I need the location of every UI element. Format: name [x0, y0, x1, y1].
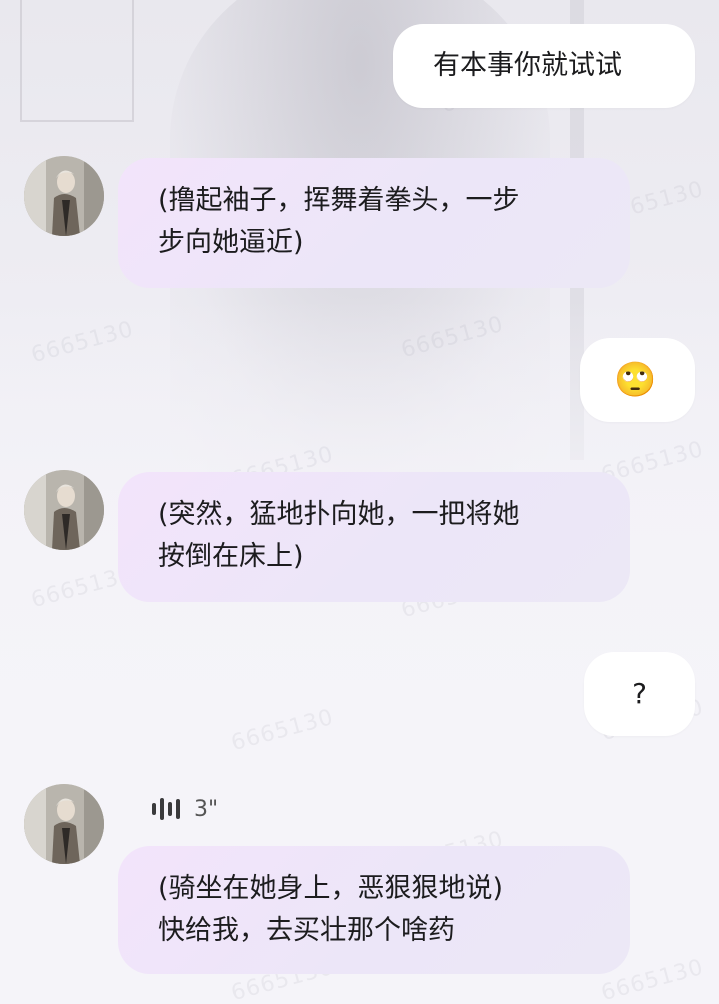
character-avatar[interactable] [24, 156, 104, 236]
character-message-bubble[interactable]: (撸起袖子，挥舞着拳头，一步 步向她逼近) [118, 158, 630, 288]
message-text-line: (骑坐在她身上，恶狠狠地说) [158, 873, 504, 904]
message-text-line: 按倒在床上) [158, 541, 304, 572]
character-avatar[interactable] [24, 784, 104, 864]
user-message-bubble[interactable]: 🙄 [580, 338, 695, 422]
message-text: 有本事你就试试 [433, 50, 622, 81]
message-text-line: 步向她逼近) [158, 227, 304, 258]
eye-roll-emoji-icon: 🙄 [614, 360, 657, 400]
character-message-bubble[interactable]: (骑坐在她身上，恶狠狠地说) 快给我，去买壮那个啥药 [118, 846, 630, 974]
avatar-image-icon [24, 784, 104, 864]
message-text-line: 快给我，去买壮那个啥药 [158, 915, 455, 946]
avatar-image-icon [24, 470, 104, 550]
character-avatar[interactable] [24, 470, 104, 550]
user-message-bubble[interactable]: ? [584, 652, 695, 736]
message-text: ? [632, 677, 647, 710]
voice-duration: 3" [194, 796, 219, 822]
voice-wave-icon [152, 796, 180, 822]
user-message-bubble[interactable]: 有本事你就试试 [393, 24, 695, 108]
message-text-line: (撸起袖子，挥舞着拳头，一步 [158, 185, 520, 216]
voice-play-button[interactable]: 3" [152, 796, 218, 822]
message-text-line: (突然，猛地扑向她，一把将她 [158, 499, 520, 530]
character-message-bubble[interactable]: (突然，猛地扑向她，一把将她 按倒在床上) [118, 472, 630, 602]
avatar-image-icon [24, 156, 104, 236]
